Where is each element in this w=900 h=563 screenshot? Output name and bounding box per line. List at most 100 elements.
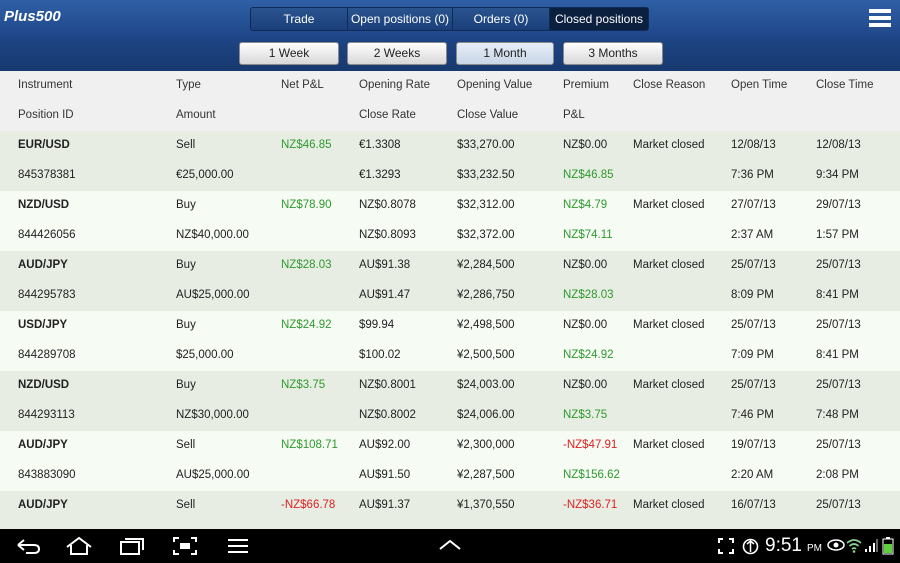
close-time-cell: 2:08 PM	[816, 469, 859, 481]
close-time-cell: 8:41 PM	[816, 289, 859, 301]
opening-value-cell: $33,270.00	[457, 139, 515, 151]
close-value-cell: ¥2,286,750	[457, 289, 515, 301]
instrument-cell: AUD/JPY	[18, 439, 68, 451]
close-rate-cell: NZ$0.8093	[359, 229, 416, 241]
top-bar: Plus500 Trade Open positions (0) Orders …	[0, 0, 900, 38]
header-amount: Amount	[176, 109, 216, 121]
open-date-cell: 19/07/13	[731, 439, 776, 451]
header-opening-value: Opening Value	[457, 79, 533, 91]
screenshot-icon[interactable]	[172, 536, 198, 556]
position-id-cell: 844289708	[18, 349, 76, 361]
type-cell: Sell	[176, 139, 196, 151]
close-reason-cell: Market closed	[633, 139, 705, 151]
type-cell: Buy	[176, 379, 196, 391]
tab-orders[interactable]: Orders (0)	[453, 8, 550, 30]
opening-value-cell: ¥1,370,550	[457, 499, 515, 511]
pl-cell: NZ$156.62	[563, 469, 620, 481]
premium-cell: -NZ$47.91	[563, 439, 618, 451]
app-logo: Plus500	[4, 8, 61, 25]
close-value-cell: $32,372.00	[457, 229, 515, 241]
menu-icon[interactable]	[869, 9, 891, 27]
back-icon[interactable]	[14, 536, 42, 556]
close-value-cell: $24,006.00	[457, 409, 515, 421]
period-1-month-button[interactable]: 1 Month	[456, 42, 554, 65]
close-reason-cell: Market closed	[633, 259, 705, 271]
opening-rate-cell: NZ$0.8001	[359, 379, 416, 391]
premium-cell: NZ$0.00	[563, 139, 608, 151]
eye-icon	[827, 539, 845, 551]
close-reason-cell: Market closed	[633, 499, 705, 511]
fullscreen-icon[interactable]	[718, 538, 734, 554]
open-time-cell: 8:09 PM	[731, 289, 774, 301]
instrument-cell: EUR/USD	[18, 139, 70, 151]
open-time-cell: 2:20 AM	[731, 469, 774, 481]
close-date-cell: 25/07/13	[816, 499, 861, 511]
premium-cell: -NZ$36.71	[563, 499, 618, 511]
amount-cell: $25,000.00	[176, 349, 234, 361]
position-id-cell: 844293113	[18, 409, 75, 421]
opening-value-cell: ¥2,300,000	[457, 439, 515, 451]
close-date-cell: 25/07/13	[816, 439, 861, 451]
menu-lines-icon[interactable]	[226, 536, 250, 556]
net-pl-cell: NZ$24.92	[281, 319, 332, 331]
amount-cell: €25,000.00	[176, 169, 234, 181]
table-row[interactable]: NZD/USD Buy NZ$78.90 NZ$0.8078 $32,312.00 NZ$…	[0, 191, 900, 251]
period-2-weeks-button[interactable]: 2 Weeks	[347, 42, 447, 65]
premium-cell: NZ$0.00	[563, 379, 608, 391]
close-rate-cell: AU$91.47	[359, 289, 411, 301]
open-date-cell: 25/07/13	[731, 319, 776, 331]
header-type: Type	[176, 79, 201, 91]
type-cell: Buy	[176, 259, 196, 271]
header-opening-rate: Opening Rate	[359, 79, 430, 91]
header-close-rate: Close Rate	[359, 109, 416, 121]
recent-apps-icon[interactable]	[118, 536, 146, 556]
open-date-cell: 25/07/13	[731, 259, 776, 271]
closed-positions-table[interactable]: Instrument Type Net P&L Opening Rate Ope…	[0, 71, 900, 529]
open-date-cell: 27/07/13	[731, 199, 776, 211]
close-rate-cell: NZ$0.8002	[359, 409, 416, 421]
opening-rate-cell: €1.3308	[359, 139, 401, 151]
table-row[interactable]: AUD/JPY Buy NZ$28.03 AU$91.38 ¥2,284,500 NZ$0…	[0, 251, 900, 311]
opening-value-cell: $24,003.00	[457, 379, 515, 391]
period-1-week-button[interactable]: 1 Week	[239, 42, 339, 65]
premium-cell: NZ$0.00	[563, 259, 608, 271]
amount-cell: AU$25,000.00	[176, 289, 250, 301]
close-date-cell: 25/07/13	[816, 379, 861, 391]
table-row[interactable]: AUD/JPY Sell -NZ$66.78 AU$91.37 ¥1,370,550 -N…	[0, 491, 900, 529]
position-id-cell: 845378381	[18, 169, 76, 181]
amount-cell: NZ$40,000.00	[176, 229, 249, 241]
type-cell: Buy	[176, 319, 196, 331]
close-reason-cell: Market closed	[633, 379, 705, 391]
system-nav-bar: 9:51 PM	[0, 529, 900, 563]
opening-rate-cell: AU$91.38	[359, 259, 411, 271]
table-row[interactable]: NZD/USD Buy NZ$3.75 NZ$0.8001 $24,003.00 NZ$0…	[0, 371, 900, 431]
status-ampm: PM	[807, 543, 822, 554]
net-pl-cell: NZ$46.85	[281, 139, 332, 151]
close-date-cell: 25/07/13	[816, 259, 861, 271]
open-date-cell: 25/07/13	[731, 379, 776, 391]
period-bar: 1 Week 2 Weeks 1 Month 3 Months	[0, 38, 900, 71]
chevron-up-icon[interactable]	[438, 538, 462, 552]
table-row[interactable]: USD/JPY Buy NZ$24.92 $99.94 ¥2,498,500 NZ$0.0…	[0, 311, 900, 371]
close-time-cell: 7:48 PM	[816, 409, 859, 421]
tab-open-positions[interactable]: Open positions (0)	[348, 8, 453, 30]
instrument-cell: NZD/USD	[18, 199, 70, 211]
close-reason-cell: Market closed	[633, 199, 705, 211]
close-value-cell: $33,232.50	[457, 169, 515, 181]
close-date-cell: 25/07/13	[816, 319, 861, 331]
table-row[interactable]: AUD/JPY Sell NZ$108.71 AU$92.00 ¥2,300,000 -N…	[0, 431, 900, 491]
table-row[interactable]: EUR/USD Sell NZ$46.85 €1.3308 $33,270.00 NZ$0…	[0, 131, 900, 191]
tab-trade[interactable]: Trade	[251, 8, 348, 30]
status-clock: 9:51	[765, 535, 802, 556]
type-cell: Sell	[176, 499, 196, 511]
opening-rate-cell: AU$91.37	[359, 499, 411, 511]
instrument-cell: AUD/JPY	[18, 499, 68, 511]
close-reason-cell: Market closed	[633, 439, 705, 451]
period-3-months-button[interactable]: 3 Months	[563, 42, 663, 65]
home-icon[interactable]	[64, 536, 94, 556]
opening-value-cell: ¥2,498,500	[457, 319, 515, 331]
net-pl-cell: -NZ$66.78	[281, 499, 336, 511]
wifi-icon	[846, 539, 862, 553]
opening-rate-cell: NZ$0.8078	[359, 199, 416, 211]
tab-closed-positions[interactable]: Closed positions	[550, 8, 648, 30]
